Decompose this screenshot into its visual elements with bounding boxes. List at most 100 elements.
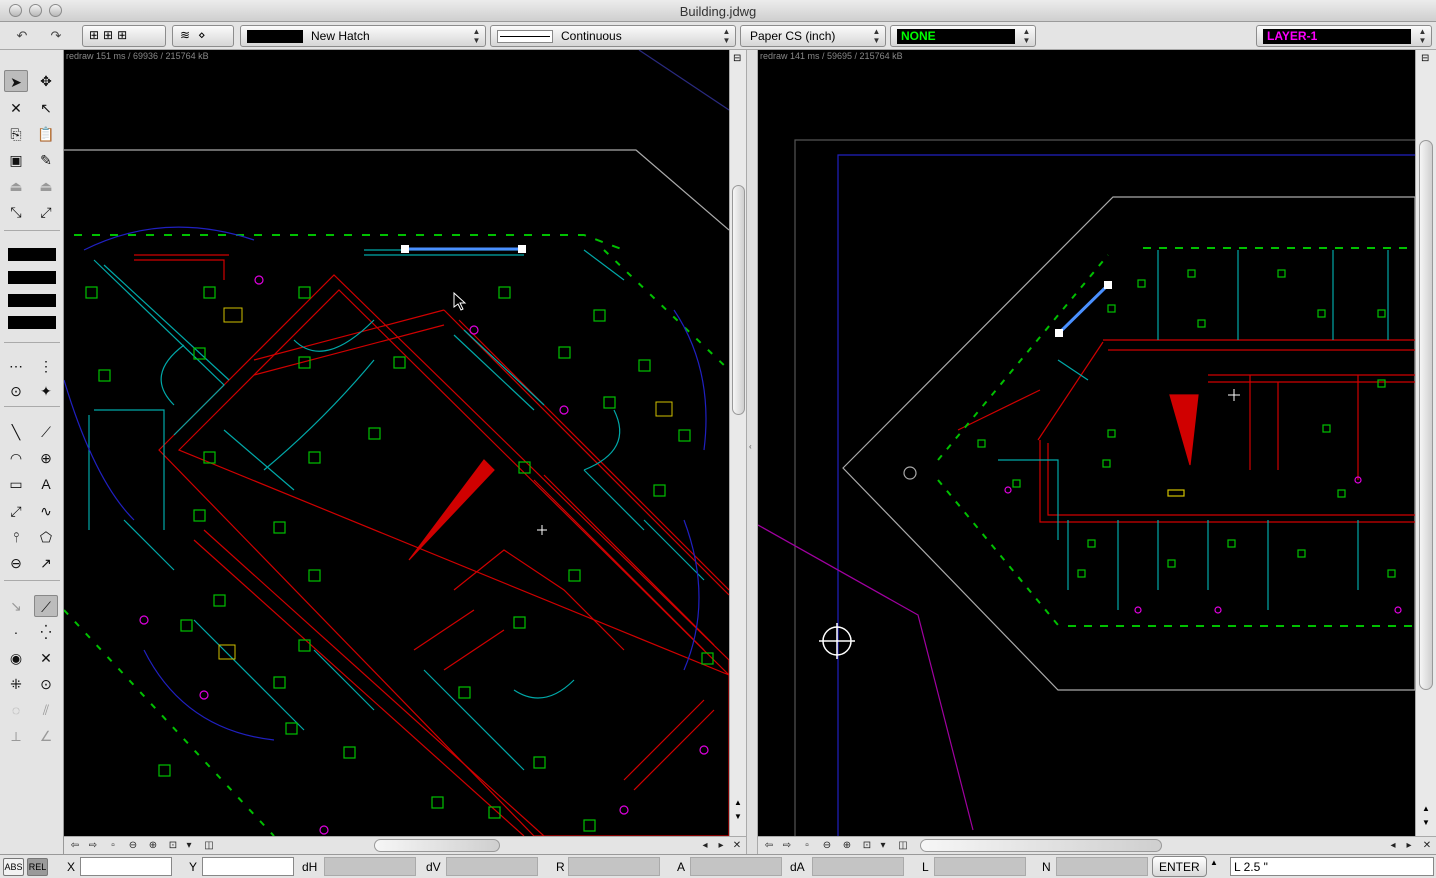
split-icon[interactable]: ⊟ <box>733 53 741 64</box>
color-select[interactable]: NONE ▲ ▼ <box>890 25 1036 47</box>
right-viewport[interactable]: redraw 141 ms / 59695 / 215764 kB <box>758 50 1415 836</box>
snap-middle-icon[interactable]: ⁜ <box>4 673 28 695</box>
enter-button[interactable]: ENTER <box>1152 856 1207 877</box>
radius-dim-icon[interactable]: ⊙ <box>4 380 28 402</box>
select-point-icon[interactable]: ↖ <box>34 97 58 119</box>
zoom-menu-icon[interactable]: ▾ <box>874 838 892 853</box>
delete-icon[interactable]: ✕ <box>4 97 28 119</box>
units-select[interactable]: Paper CS (inch) ▲ ▼ <box>740 25 886 47</box>
polygon-icon[interactable]: ⬠ <box>34 526 58 548</box>
history-stepper-icon[interactable]: ▲ <box>1210 858 1218 867</box>
left-hscroll-thumb[interactable] <box>374 839 500 852</box>
snap-tangent-icon[interactable]: ◌ <box>4 699 28 721</box>
send-back-icon[interactable]: ⏏ <box>34 175 58 197</box>
scroll-down-icon[interactable]: ▼ <box>1422 818 1430 827</box>
zoom-out-icon[interactable]: ⊖ <box>818 838 836 853</box>
right-hscroll-thumb[interactable] <box>920 839 1162 852</box>
snap-grid-icon: ⊞⊞⊞ <box>89 28 132 42</box>
hatch-select[interactable]: New Hatch ▲ ▼ <box>240 25 486 47</box>
bring-front-icon[interactable]: ⏏ <box>4 175 28 197</box>
da-field[interactable] <box>812 857 904 876</box>
group-icon[interactable]: ▣ <box>4 149 28 171</box>
back-icon[interactable]: ⇦ <box>66 838 84 853</box>
abs-toggle[interactable]: ABS <box>3 858 24 876</box>
linetype-select[interactable]: Continuous ▲ ▼ <box>490 25 736 47</box>
line-weight-3[interactable] <box>8 294 56 307</box>
page-icon[interactable]: ▫ <box>104 838 122 853</box>
rectangle-icon[interactable]: ▭ <box>4 473 28 495</box>
dimension-icon[interactable]: ↗ <box>34 552 58 574</box>
line-weight-2[interactable] <box>8 271 56 284</box>
circle-icon[interactable]: ⊕ <box>34 447 58 469</box>
horizontal-dim-icon[interactable]: ⋯ <box>4 355 28 377</box>
snap-point-icon[interactable]: · <box>4 621 28 643</box>
rel-toggle[interactable]: REL <box>27 858 48 876</box>
page-icon[interactable]: ▫ <box>798 838 816 853</box>
layout-icon[interactable]: ◫ <box>894 838 912 853</box>
snap-line-icon[interactable]: ⟋ <box>34 595 58 617</box>
l-field[interactable] <box>934 857 1026 876</box>
a-field[interactable] <box>690 857 782 876</box>
y-field[interactable] <box>202 857 294 876</box>
arc-icon[interactable]: ◠ <box>4 447 28 469</box>
snap-parallel-icon[interactable]: ⫽ <box>34 699 58 721</box>
polyline-icon[interactable]: ⟋ <box>34 421 58 443</box>
zoom-in-icon[interactable]: ⊕ <box>144 838 162 853</box>
line-weight-4[interactable] <box>8 316 56 329</box>
line-weight-1[interactable] <box>8 248 56 261</box>
right-vscroll-thumb[interactable] <box>1419 140 1433 690</box>
snap-button-group[interactable]: ⊞⊞⊞ <box>82 25 166 47</box>
left-vertical-scrollbar[interactable]: ⊟ ▲ ▼ <box>729 50 746 836</box>
undo-icon[interactable]: ↶ <box>10 25 34 47</box>
move-icon[interactable]: ✥ <box>34 70 58 92</box>
snap-circle-icon[interactable]: ⊙ <box>34 673 58 695</box>
trim-icon[interactable]: ⤢ <box>4 500 28 522</box>
snap-endpoint-icon[interactable]: ↘ <box>4 595 28 617</box>
command-line[interactable]: L 2.5 " <box>1230 857 1434 876</box>
edit-icon[interactable]: ✎ <box>34 149 58 171</box>
offset-icon[interactable]: ⫯ <box>4 526 28 548</box>
layout-icon[interactable]: ◫ <box>200 838 218 853</box>
x-field[interactable] <box>80 857 172 876</box>
right-vertical-scrollbar[interactable]: ⊟ ▲ ▼ <box>1415 50 1436 836</box>
forward-icon[interactable]: ⇨ <box>84 838 102 853</box>
dv-field[interactable] <box>446 857 538 876</box>
select-arrow-icon[interactable]: ➤ <box>4 70 28 92</box>
close-view-icon[interactable]: ✕ <box>728 838 746 853</box>
n-field[interactable] <box>1056 857 1148 876</box>
layer-select[interactable]: LAYER-1 ▲ ▼ <box>1256 25 1432 47</box>
snap-perp-icon[interactable]: ⟂ <box>4 725 28 747</box>
shrink-icon[interactable]: ⤡ <box>4 201 28 223</box>
r-field[interactable] <box>568 857 660 876</box>
paste-icon[interactable]: 📋 <box>34 123 58 145</box>
back-icon[interactable]: ⇦ <box>760 838 778 853</box>
spline-icon[interactable]: ∿ <box>34 500 58 522</box>
snap-angle-icon[interactable]: ∠ <box>34 725 58 747</box>
zoom-in-icon[interactable]: ⊕ <box>838 838 856 853</box>
close-view-icon[interactable]: ✕ <box>1418 838 1436 853</box>
text-icon[interactable]: A <box>34 473 58 495</box>
forward-icon[interactable]: ⇨ <box>778 838 796 853</box>
left-viewport[interactable]: redraw 151 ms / 69936 / 215764 kB <box>64 50 729 836</box>
snap-intersection-icon[interactable]: ✕ <box>34 647 58 669</box>
vertical-dim-icon[interactable]: ⋮ <box>34 355 58 377</box>
left-vscroll-thumb[interactable] <box>732 185 745 415</box>
scroll-up-icon[interactable]: ▲ <box>1422 804 1430 813</box>
zoom-out-icon[interactable]: ⊖ <box>124 838 142 853</box>
snap-center-icon[interactable]: ◉ <box>4 647 28 669</box>
center-mark-icon[interactable]: ✦ <box>34 380 58 402</box>
scroll-down-icon[interactable]: ▼ <box>734 812 742 821</box>
scroll-up-icon[interactable]: ▲ <box>734 798 742 807</box>
dh-field[interactable] <box>324 857 416 876</box>
redo-icon[interactable]: ↷ <box>44 25 68 47</box>
layer-tools-button-group[interactable]: ≋⋄ <box>172 25 234 47</box>
scroll-right-icon[interactable]: ▸ <box>1400 838 1418 853</box>
ellipse-icon[interactable]: ⊖ <box>4 552 28 574</box>
zoom-menu-icon[interactable]: ▾ <box>180 838 198 853</box>
expand-icon[interactable]: ⤢ <box>34 201 58 223</box>
viewport-splitter[interactable]: ‹ <box>746 50 758 854</box>
snap-grid-icon[interactable]: ⁛ <box>34 621 58 643</box>
copy-icon[interactable]: ⎘ <box>4 123 28 145</box>
split-icon[interactable]: ⊟ <box>1421 53 1429 64</box>
line-icon[interactable]: ╲ <box>4 421 28 443</box>
